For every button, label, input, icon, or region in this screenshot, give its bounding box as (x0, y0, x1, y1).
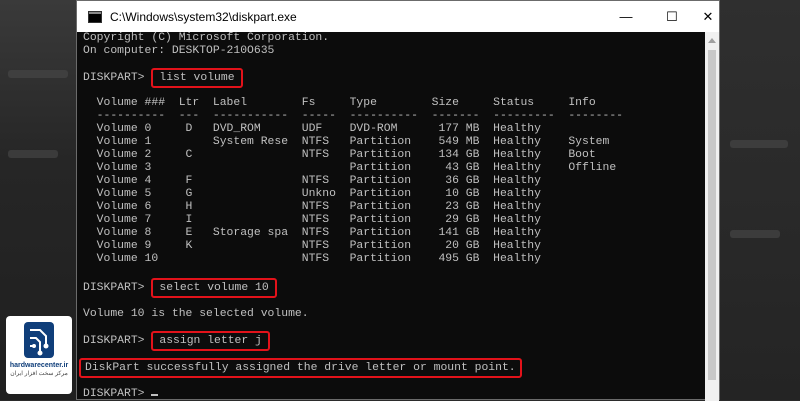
minimize-button[interactable]: — (603, 1, 649, 32)
table-row: Volume 4 F NTFS Partition 36 GB Healthy (83, 175, 541, 187)
prompt: DISKPART> (83, 282, 152, 294)
table-row: Volume 9 K NTFS Partition 20 GB Healthy (83, 240, 541, 252)
assign-result-text: DiskPart successfully assigned the drive… (79, 358, 522, 378)
table-divider: ---------- --- ----------- ----- -------… (83, 110, 624, 122)
command-list-volume: list volume (151, 68, 243, 88)
background-blur-line (730, 230, 780, 238)
close-button[interactable]: ✕ (695, 1, 721, 32)
table-row: Volume 7 I NTFS Partition 29 GB Healthy (83, 214, 541, 226)
copyright-line: Copyright (C) Microsoft Corporation. (83, 32, 330, 44)
background-blur-line (730, 140, 788, 148)
prompt-line-assign: DISKPART> assign letter j (83, 331, 270, 351)
prompt-line-current[interactable]: DISKPART> (83, 388, 159, 401)
select-result: Volume 10 is the selected volume. (83, 308, 309, 320)
prompt-line-list: DISKPART> list volume (83, 68, 243, 88)
prompt: DISKPART> (83, 72, 152, 84)
command-select-volume: select volume 10 (151, 278, 277, 298)
table-row: Volume 1 System Rese NTFS Partition 549 … (83, 136, 610, 148)
table-row: Volume 0 D DVD_ROM UDF DVD-ROM 177 MB He… (83, 123, 541, 135)
watermark-logo: hardwarecenter.ir مرکز سخت افزار ایران (6, 316, 72, 394)
scroll-thumb[interactable] (708, 50, 716, 380)
watermark-tagline: مرکز سخت افزار ایران (10, 371, 68, 377)
background-blur-line (8, 150, 58, 158)
table-row: Volume 8 E Storage spa NTFS Partition 14… (83, 227, 541, 239)
desktop-background-right (720, 0, 800, 400)
table-row: Volume 10 NTFS Partition 495 GB Healthy (83, 253, 541, 265)
table-row: Volume 5 G Unkno Partition 10 GB Healthy (83, 188, 541, 200)
computer-line: On computer: DESKTOP-210O635 (83, 45, 275, 57)
assign-result: DiskPart successfully assigned the drive… (79, 358, 522, 378)
text-cursor (151, 394, 159, 396)
circuit-logo-icon (24, 322, 54, 358)
prompt-line-select: DISKPART> select volume 10 (83, 278, 277, 298)
console-output[interactable]: Copyright (C) Microsoft Corporation. On … (77, 32, 705, 401)
prompt: DISKPART> (83, 335, 152, 347)
watermark-brand: hardwarecenter.ir (9, 362, 69, 369)
table-header: Volume ### Ltr Label Fs Type Size Status… (83, 97, 596, 109)
console-app-icon (88, 10, 102, 23)
maximize-button[interactable]: ☐ (649, 1, 695, 32)
diskpart-window: C:\Windows\system32\diskpart.exe — ☐ ✕ C… (76, 0, 720, 401)
table-row: Volume 6 H NTFS Partition 23 GB Healthy (83, 201, 541, 213)
table-row: Volume 3 Partition 43 GB Healthy Offline (83, 162, 617, 174)
prompt: DISKPART> (83, 388, 152, 400)
title-bar[interactable]: C:\Windows\system32\diskpart.exe — ☐ ✕ (77, 1, 719, 32)
vertical-scrollbar[interactable] (705, 32, 719, 401)
window-title: C:\Windows\system32\diskpart.exe (110, 9, 297, 24)
scroll-up-arrow-icon[interactable] (708, 38, 716, 43)
background-blur-line (8, 70, 68, 78)
table-row: Volume 2 C NTFS Partition 134 GB Healthy… (83, 149, 596, 161)
command-assign-letter: assign letter j (151, 331, 270, 351)
